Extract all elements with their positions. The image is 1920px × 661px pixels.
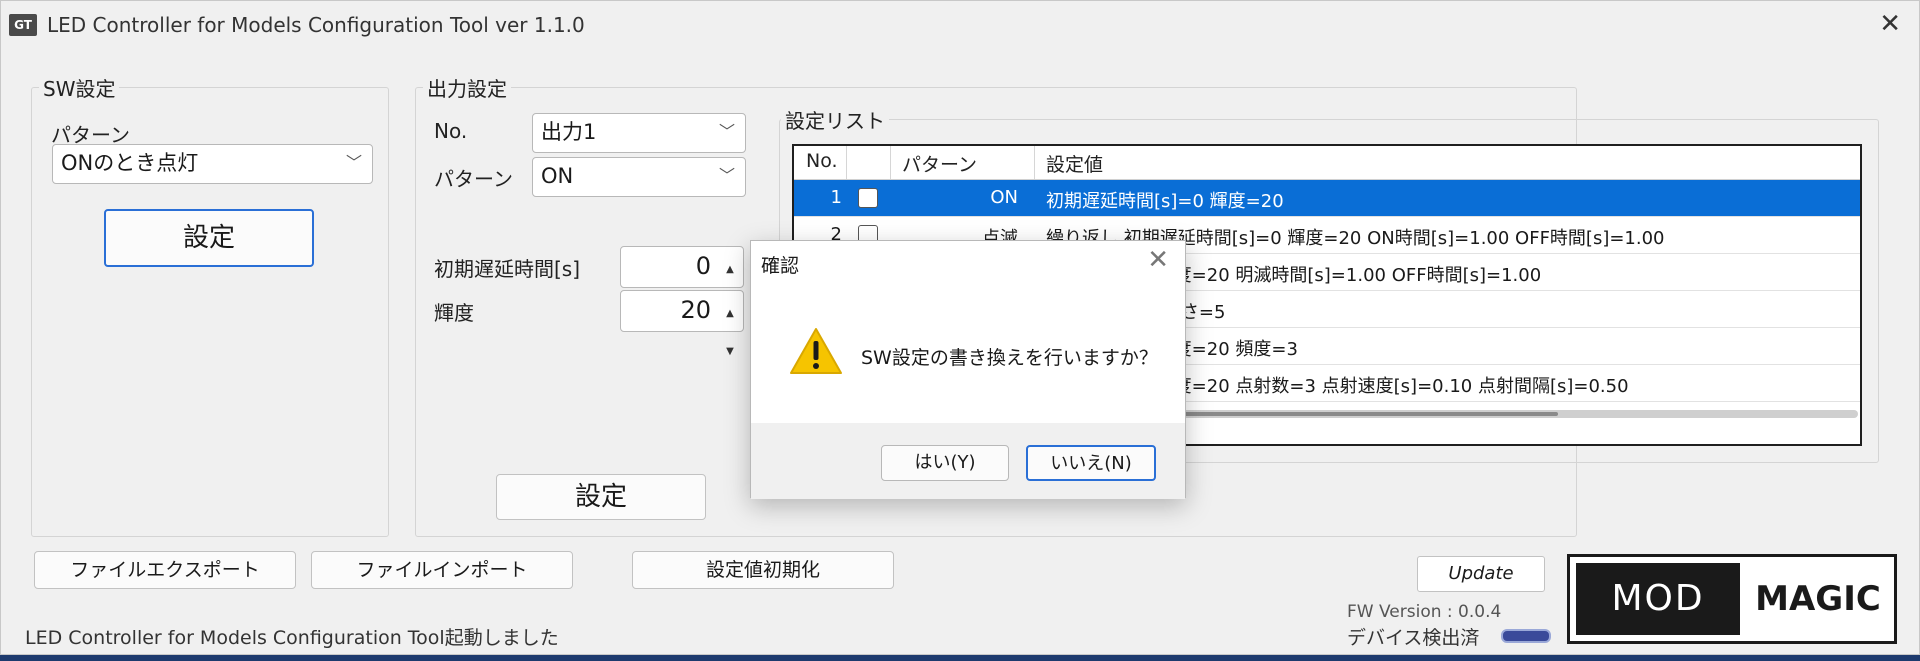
output-pattern-select[interactable]: ON ﹀: [532, 157, 746, 197]
output-pattern-label: パターン: [434, 167, 513, 191]
brightness-spinner[interactable]: 20 ▲ ▼: [620, 290, 744, 357]
output-no-value: 出力1: [541, 120, 597, 144]
col-no[interactable]: No.: [806, 150, 838, 172]
row-pattern: ON: [990, 187, 1018, 208]
dialog-title: 確認: [761, 255, 800, 277]
col-value[interactable]: 設定値: [1046, 150, 1103, 177]
device-indicator: [1501, 629, 1551, 643]
brightness-value: 20: [680, 296, 711, 324]
output-settings-label: 出力設定: [423, 73, 511, 102]
row-value: 初期遅延時間[s]=0 輝度=20: [1046, 191, 1284, 212]
title-bar: GT LED Controller for Models Configurati…: [1, 1, 1919, 49]
sw-pattern-select[interactable]: ONのとき点灯 ﹀: [52, 144, 373, 184]
row-checkbox[interactable]: [858, 188, 878, 208]
logo: MOD MAGIC: [1567, 554, 1897, 644]
device-status: デバイス検出済: [1347, 627, 1480, 649]
warning-icon: [790, 328, 842, 374]
chevron-down-icon: ﹀: [718, 122, 735, 141]
chevron-down-icon: ﹀: [345, 153, 362, 172]
dialog-footer: はい(Y) いいえ(N): [751, 423, 1185, 499]
app-icon: GT: [9, 14, 37, 36]
close-icon[interactable]: ✕: [1879, 9, 1901, 39]
import-button[interactable]: ファイルインポート: [311, 551, 573, 589]
output-no-select[interactable]: 出力1 ﹀: [532, 113, 746, 153]
logo-magic: MAGIC: [1755, 579, 1881, 619]
logo-mod: MOD: [1576, 563, 1740, 635]
status-message: LED Controller for Models Configuration …: [25, 627, 559, 649]
caret-down-icon[interactable]: ▼: [726, 333, 734, 371]
caret-up-icon[interactable]: ▲: [726, 251, 734, 289]
output-pattern-value: ON: [541, 164, 574, 188]
settings-list-label: 設定リスト: [781, 105, 889, 134]
window-title: LED Controller for Models Configuration …: [47, 13, 585, 37]
no-button[interactable]: いいえ(N): [1026, 445, 1156, 481]
update-button[interactable]: Update: [1417, 556, 1545, 592]
export-button[interactable]: ファイルエクスポート: [34, 551, 296, 589]
fw-version: FW Version : 0.0.4: [1347, 602, 1502, 622]
delay-spinner[interactable]: 0 ▲▼: [620, 246, 744, 313]
sw-set-button[interactable]: 設定: [104, 209, 314, 267]
divider: [1034, 146, 1035, 179]
spinner-arrows[interactable]: ▲▼: [720, 295, 740, 357]
output-set-button[interactable]: 設定: [496, 474, 706, 520]
row-no: 1: [830, 187, 842, 208]
confirm-dialog: 確認 ✕ SW設定の書き換えを行いますか？ はい(Y) いいえ(N): [750, 240, 1186, 499]
yes-button[interactable]: はい(Y): [881, 445, 1009, 481]
sw-settings-label: SW設定: [39, 73, 120, 102]
col-pattern[interactable]: パターン: [902, 150, 977, 177]
divider: [846, 146, 847, 179]
reset-button[interactable]: 設定値初期化: [632, 551, 894, 589]
divider: [890, 146, 891, 179]
list-header: No. パターン 設定値: [794, 146, 1860, 180]
main-window: GT LED Controller for Models Configurati…: [0, 0, 1920, 655]
dialog-message: SW設定の書き換えを行いますか？: [861, 347, 1158, 369]
caret-up-icon[interactable]: ▲: [726, 295, 734, 333]
brightness-label: 輝度: [434, 301, 474, 325]
table-row[interactable]: 1 ON 初期遅延時間[s]=0 輝度=20: [794, 180, 1860, 217]
output-no-label: No.: [434, 119, 468, 143]
sw-pattern-value: ONのとき点灯: [61, 151, 199, 175]
spinner-arrows[interactable]: ▲▼: [720, 251, 740, 313]
dialog-body: SW設定の書き換えを行いますか？: [751, 285, 1185, 423]
chevron-down-icon: ﹀: [718, 166, 735, 185]
delay-value: 0: [695, 252, 711, 280]
delay-label: 初期遅延時間[s]: [434, 257, 581, 281]
close-icon[interactable]: ✕: [1147, 245, 1169, 275]
